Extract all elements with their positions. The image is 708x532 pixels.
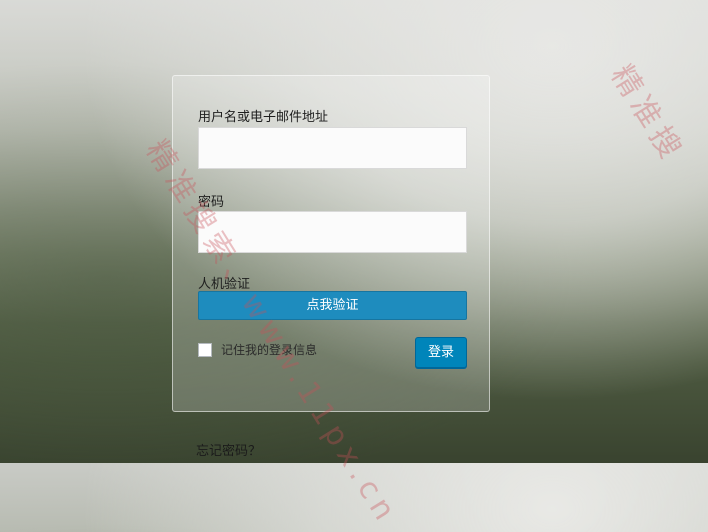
remember-checkbox[interactable] <box>198 342 212 357</box>
username-input[interactable] <box>198 127 467 169</box>
forgot-password-link[interactable]: 忘记密码？ <box>196 440 261 459</box>
login-button[interactable]: 登录 <box>415 337 467 368</box>
username-label: 用户名或电子邮件地址 <box>198 110 329 125</box>
